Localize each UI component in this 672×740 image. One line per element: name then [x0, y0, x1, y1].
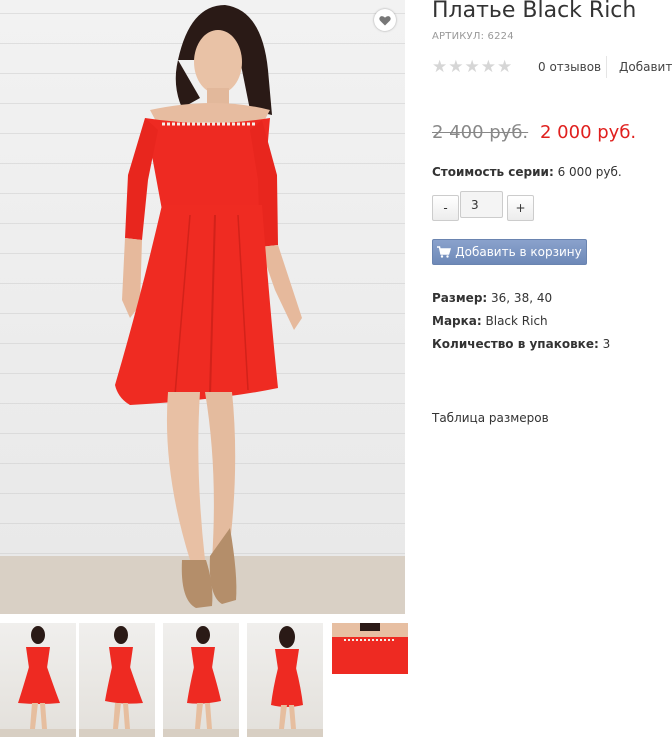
add-to-cart-label: Добавить в корзину — [455, 245, 582, 259]
thumbnail-figure — [0, 626, 76, 737]
star-icon[interactable]: ★ — [432, 59, 447, 76]
size-table-link[interactable]: Таблица размеров — [432, 411, 549, 425]
divider — [606, 56, 607, 78]
thumbnail-3[interactable] — [163, 623, 239, 737]
star-icon[interactable]: ★ — [497, 59, 512, 76]
attribute-value: Black Rich — [485, 314, 548, 328]
quantity-input[interactable]: 3 — [460, 191, 503, 218]
attribute-label: Количество в упаковке: — [432, 337, 599, 351]
attribute-label: Размер: — [432, 291, 488, 305]
current-price: 2 000 руб. — [540, 122, 637, 143]
star-icon[interactable]: ★ — [465, 59, 480, 76]
thumbnail-5[interactable] — [332, 623, 408, 674]
series-cost-value: 6 000 руб. — [557, 165, 622, 179]
series-cost-label: Стоимость серии: — [432, 165, 554, 179]
thumbnail-4[interactable] — [247, 623, 323, 737]
quantity-increase-button[interactable]: + — [507, 195, 534, 221]
attribute-brand: Марка: Black Rich — [432, 314, 548, 328]
product-title: Платье Black Rich — [432, 0, 637, 23]
thumbnail-figure — [247, 626, 323, 737]
star-icon[interactable]: ★ — [481, 59, 496, 76]
thumbnail-detail — [332, 623, 408, 674]
main-product-image[interactable] — [0, 0, 405, 614]
product-sku: АРТИКУЛ: 6224 — [432, 31, 514, 42]
attribute-pack-quantity: Количество в упаковке: 3 — [432, 337, 610, 351]
attribute-size: Размер: 36, 38, 40 — [432, 291, 552, 305]
thumbnail-figure — [79, 626, 155, 737]
star-icon[interactable]: ★ — [448, 59, 463, 76]
cart-icon — [437, 246, 452, 258]
attribute-value: 36, 38, 40 — [491, 291, 553, 305]
favorite-button[interactable] — [374, 9, 396, 31]
reviews-count-link[interactable]: 0 отзывов — [538, 60, 601, 74]
add-review-link[interactable]: Добавить — [619, 60, 672, 74]
quantity-decrease-button[interactable]: - — [432, 195, 459, 221]
series-cost: Стоимость серии: 6 000 руб. — [432, 165, 622, 179]
attribute-label: Марка: — [432, 314, 482, 328]
model-in-dress-illustration — [115, 5, 302, 608]
thumbnail-1[interactable] — [0, 623, 76, 737]
rating-stars[interactable]: ★ ★ ★ ★ ★ — [432, 59, 512, 76]
thumbnail-figure — [163, 626, 239, 737]
attribute-value: 3 — [602, 337, 611, 351]
add-to-cart-button[interactable]: Добавить в корзину — [432, 239, 587, 265]
thumbnail-2[interactable] — [79, 623, 155, 737]
heart-icon — [379, 15, 391, 25]
old-price: 2 400 руб. — [432, 122, 529, 143]
